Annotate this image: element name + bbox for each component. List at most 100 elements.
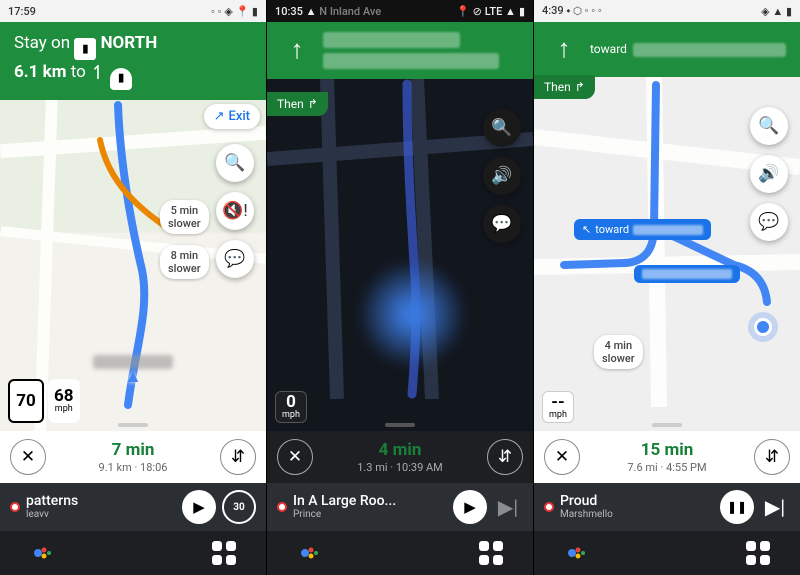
turn-right-icon: ↱: [308, 97, 318, 111]
close-button[interactable]: ✕: [277, 439, 313, 475]
close-button[interactable]: ✕: [544, 439, 580, 475]
traffic-chip[interactable]: 4 min slower: [594, 335, 643, 369]
search-button[interactable]: 🔍: [750, 107, 788, 145]
speed-display: --mph: [542, 391, 574, 423]
triptych: 17:59 ◦ ◦ ◈ 📍 ▮ Stay on ▮ NORTH 6.1 km t…: [0, 0, 800, 575]
street-blur: [633, 43, 786, 57]
apps-button[interactable]: [479, 541, 503, 565]
media-bar[interactable]: Proud Marshmello ❚❚ ▶|: [534, 483, 800, 531]
report-button[interactable]: 💬: [216, 240, 254, 278]
pause-button[interactable]: ❚❚: [720, 490, 754, 524]
route-chip[interactable]: ↖ toward: [574, 219, 711, 240]
apps-button[interactable]: [212, 541, 236, 565]
eta-bar[interactable]: ✕ 7 min 9.1 km · 18:06 ⇵: [0, 431, 266, 483]
route-chip[interactable]: [634, 265, 740, 283]
exit-chip[interactable]: ↗ Exit: [204, 104, 260, 129]
next-icon: ▶|: [765, 495, 785, 519]
report-button[interactable]: 💬: [750, 203, 788, 241]
sound-button[interactable]: 🔊: [483, 157, 521, 195]
status-time: 17:59: [8, 5, 36, 18]
status-bar: 4:39 ⬩ ⬡ ◦ ◦ ◦ ◈ ▲ ▮: [534, 0, 800, 22]
then-chip[interactable]: Then ↱: [534, 75, 595, 99]
route-shield-icon: ▮: [74, 38, 96, 60]
media-bar[interactable]: In A Large Roo... Prince ▶ ▶|: [267, 483, 533, 531]
direction-banner[interactable]: Stay on ▮ NORTH 6.1 km to ↿ ▮: [0, 22, 266, 100]
map[interactable]: ↗ Exit 🔍 🔇! 💬 5 min slower 8 min slower …: [0, 100, 266, 431]
assistant-button[interactable]: [297, 541, 321, 565]
add-report-icon: 💬: [491, 214, 512, 234]
location-blur: [357, 259, 467, 369]
status-time: 10:35: [275, 5, 303, 18]
next-button[interactable]: ▶|: [493, 492, 523, 522]
arrow-up-icon: ↑: [548, 32, 578, 67]
routes-icon: ⇵: [765, 447, 779, 467]
eta-time: 7 min: [112, 440, 155, 460]
speed-display: 0mph: [275, 391, 307, 423]
search-button[interactable]: 🔍: [483, 109, 521, 147]
sound-icon: 🔇!: [222, 201, 248, 221]
nav-bar: [0, 531, 266, 575]
eta-detail: 1.3 mi · 10:39 AM: [357, 461, 443, 474]
direction-banner[interactable]: ↑: [267, 22, 533, 79]
speed-limit: 70: [8, 379, 44, 423]
search-button[interactable]: 🔍: [216, 144, 254, 182]
phone-1: 17:59 ◦ ◦ ◈ 📍 ▮ Stay on ▮ NORTH 6.1 km t…: [0, 0, 267, 575]
status-icons: ◦ ◦ ◈ 📍 ▮: [211, 5, 258, 18]
drag-handle-icon[interactable]: [652, 423, 682, 427]
close-button[interactable]: ✕: [10, 439, 46, 475]
traffic-chip[interactable]: 8 min slower: [160, 245, 209, 279]
eta-detail: 7.6 mi · 4:55 PM: [627, 461, 706, 474]
media-app-icon: [10, 502, 20, 512]
status-bar: 10:35 ▲ N Inland Ave 📍 ⊘ LTE ▲ ▮: [267, 0, 533, 22]
play-button[interactable]: ▶: [453, 490, 487, 524]
next-button[interactable]: ▶|: [760, 492, 790, 522]
search-icon: 🔍: [491, 118, 512, 138]
media-title: patterns: [26, 494, 176, 509]
media-bar[interactable]: patterns leavv ▶ 30: [0, 483, 266, 531]
media-artist: Marshmello: [560, 509, 714, 520]
routes-button[interactable]: ⇵: [487, 439, 523, 475]
then-chip[interactable]: Then ↱: [267, 92, 328, 116]
route-shield-icon: ▮: [110, 68, 132, 90]
map[interactable]: 🔍 🔊 💬 0mph: [267, 79, 533, 431]
map[interactable]: ↖ toward 🔍 🔊 💬 4 min slower --mph: [534, 77, 800, 431]
status-icons: 📍 ⊘ LTE ▲ ▮: [456, 5, 525, 18]
sound-button[interactable]: 🔊: [750, 155, 788, 193]
play-icon: ▶: [193, 498, 205, 516]
routes-button[interactable]: ⇵: [220, 439, 256, 475]
media-artist: Prince: [293, 509, 447, 520]
chevron-icon: ▲: [124, 366, 142, 387]
nav-bar: [534, 531, 800, 575]
eta-bar[interactable]: ✕ 4 min 1.3 mi · 10:39 AM ⇵: [267, 431, 533, 483]
nav-bar: [267, 531, 533, 575]
routes-icon: ⇵: [498, 447, 512, 467]
drag-handle-icon[interactable]: [385, 423, 415, 427]
add-report-icon: 💬: [758, 212, 779, 232]
banner-to: to: [71, 62, 86, 82]
sound-button[interactable]: 🔇!: [216, 192, 254, 230]
apps-button[interactable]: [746, 541, 770, 565]
media-artist: leavv: [26, 509, 176, 520]
forward-30-button[interactable]: 30: [222, 490, 256, 524]
turn-right-icon: ↱: [575, 80, 585, 94]
close-icon: ✕: [288, 447, 302, 467]
assistant-button[interactable]: [30, 541, 54, 565]
report-button[interactable]: 💬: [483, 205, 521, 243]
close-icon: ✕: [555, 447, 569, 467]
direction-banner[interactable]: ↑ toward: [534, 22, 800, 77]
eta-time: 4 min: [379, 440, 422, 460]
status-icons: ◈ ▲ ▮: [761, 5, 792, 18]
phone-2: 10:35 ▲ N Inland Ave 📍 ⊘ LTE ▲ ▮ ↑ Then …: [267, 0, 534, 575]
play-button[interactable]: ▶: [182, 490, 216, 524]
add-report-icon: 💬: [224, 249, 245, 269]
drag-handle-icon[interactable]: [118, 423, 148, 427]
street-name-blur: [93, 355, 173, 369]
routes-button[interactable]: ⇵: [754, 439, 790, 475]
eta-bar[interactable]: ✕ 15 min 7.6 mi · 4:55 PM ⇵: [534, 431, 800, 483]
traffic-chip[interactable]: 5 min slower: [160, 200, 209, 234]
routes-icon: ⇵: [231, 447, 245, 467]
search-icon: 🔍: [224, 153, 245, 173]
eta-time: 15 min: [641, 440, 694, 460]
assistant-button[interactable]: [564, 541, 588, 565]
status-time: 4:39: [542, 4, 564, 17]
